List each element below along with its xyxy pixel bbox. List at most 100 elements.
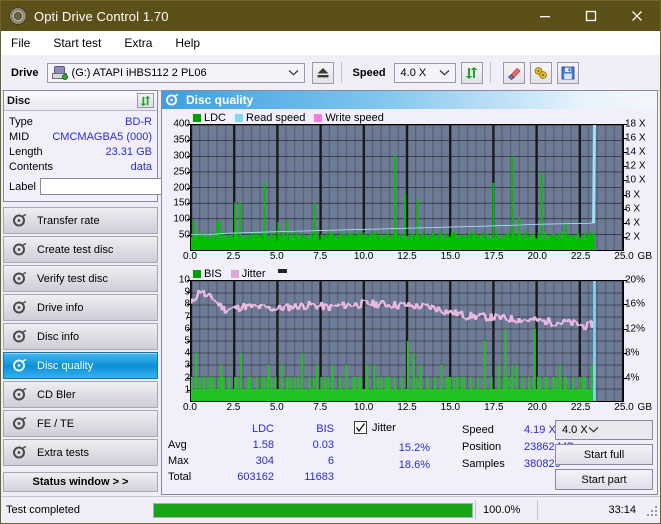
chevron-down-icon	[588, 424, 599, 436]
legend-swatch	[193, 113, 201, 122]
jitter-checkbox[interactable]	[354, 421, 367, 434]
test-speed-select[interactable]: 4.0 X	[555, 420, 653, 440]
disc-gear-icon	[9, 446, 31, 459]
app-window: Opti Drive Control 1.70 File Start test …	[0, 0, 661, 524]
disc-label-row: Label	[9, 177, 244, 196]
status-window-button[interactable]: Status window > >	[3, 472, 158, 492]
sidebar-item-fe-te[interactable]: FE / TE	[3, 410, 158, 437]
progress-percent: 100.0%	[475, 500, 537, 520]
axis-tick-label: 18 X	[625, 118, 646, 130]
axis-tick-label: 12.5	[397, 402, 417, 413]
sidebar-item-label: Create test disc	[37, 243, 114, 256]
stats-row-total: Total	[168, 471, 192, 483]
disc-refresh-button[interactable]	[137, 93, 154, 108]
window-title: Opti Drive Control 1.70	[34, 8, 169, 24]
stats-ldc-max: 304	[255, 455, 274, 467]
axis-tick-label: 4%	[625, 372, 640, 384]
bis-legend: BIS Jitter	[165, 267, 654, 280]
axis-tick-label: 20.0	[527, 402, 547, 413]
toolbar: Drive (G:) ATAPI iHBS112 2 PL06 Speed 4.…	[1, 55, 660, 91]
menu-extra[interactable]: Extra	[123, 34, 153, 52]
test-speed-value: 4.0 X	[562, 424, 588, 436]
erase-button[interactable]	[502, 61, 525, 84]
sidebar-item-disc-quality[interactable]: Disc quality	[3, 352, 158, 379]
start-full-button[interactable]: Start full	[555, 444, 653, 465]
table-row: Avg 1.58 0.03	[166, 437, 336, 453]
minimize-icon[interactable]	[522, 1, 568, 31]
sidebar: Disc Type BD-R MID CMCMAGBA5 (000) Lengt…	[3, 90, 244, 495]
legend-swatch	[193, 269, 201, 278]
speed-key: Speed	[462, 423, 494, 436]
start-part-button[interactable]: Start part	[555, 469, 653, 490]
bis-x-axis: 0.0 2.5 5.0 7.5 10.0 12.5 15.0 17.5 20.0 22.5 25.0…	[183, 402, 652, 416]
sidebar-item-disc-info[interactable]: Disc info	[3, 323, 158, 350]
axis-tick-label: 17.5	[484, 402, 504, 413]
legend-label: Write speed	[325, 111, 384, 124]
sidebar-item-verify-test-disc[interactable]: Verify test disc	[3, 265, 158, 292]
disc-key: Type	[9, 115, 33, 128]
menu-help[interactable]: Help	[174, 34, 201, 52]
jitter-values: 15.2% 18.6%	[348, 440, 430, 474]
disc-value: BD-R	[125, 115, 152, 128]
sidebar-item-cd-bler[interactable]: CD Bler	[3, 381, 158, 408]
stats-table: LDC BIS Avg 1.58 0.03 Max 304 6 Total 60…	[166, 421, 336, 485]
axis-unit-label: GB	[637, 251, 652, 262]
axis-tick-label: 2.5	[226, 251, 241, 262]
position-key: Position	[462, 440, 502, 453]
sidebar-item-drive-info[interactable]: Drive info	[3, 294, 158, 321]
refresh-button[interactable]	[460, 61, 483, 84]
axis-tick-label: 0.0	[183, 402, 197, 413]
plot-svg	[191, 125, 623, 250]
stats-col-bis: BIS	[316, 423, 334, 435]
ldc-plot-area	[190, 124, 624, 251]
drive-select[interactable]: (G:) ATAPI iHBS112 2 PL06	[46, 62, 305, 83]
ldc-chart: LDC Read speed Write speed 50 100 150 200 25…	[162, 109, 657, 265]
ldc-x-axis: 0.0 2.5 5.0 7.5 10.0 12.5 15.0 17.5 20.0 22.5 25.0…	[183, 251, 652, 265]
disc-gear-icon	[9, 272, 31, 285]
legend-swatch	[235, 113, 244, 122]
nav-list: Transfer rate Create test disc Verify te…	[3, 207, 158, 466]
axis-tick-label: 16%	[625, 298, 646, 310]
content-area: Disc Type BD-R MID CMCMAGBA5 (000) Lengt…	[1, 90, 660, 495]
table-row: Total 603162 11683	[166, 469, 336, 485]
legend-swatch	[230, 269, 239, 278]
stats-panel: LDC BIS Avg 1.58 0.03 Max 304 6 Total 60…	[162, 418, 657, 494]
resize-grip-icon[interactable]	[645, 504, 657, 516]
disc-panel-title: Disc	[7, 94, 31, 107]
axis-tick-label: 17.5	[484, 251, 504, 262]
disc-gear-icon	[9, 243, 31, 256]
disc-gear-icon	[166, 94, 179, 106]
disc-gear-icon	[9, 359, 31, 372]
sidebar-item-label: Drive info	[37, 301, 84, 314]
menu-start-test[interactable]: Start test	[52, 34, 102, 52]
axis-tick-label: 4 X	[625, 217, 641, 229]
stats-row-max: Max	[168, 455, 189, 467]
axis-tick-label: 15.0	[440, 402, 461, 413]
speed-select[interactable]: 4.0 X	[393, 62, 456, 83]
speed-select-value: 4.0 X	[400, 66, 427, 79]
disc-gear-icon	[9, 214, 31, 227]
stats-ldc-total: 603162	[237, 471, 274, 483]
eject-button[interactable]	[311, 61, 334, 84]
tools-button[interactable]	[529, 61, 552, 84]
disc-row-mid: MID CMCMAGBA5 (000)	[9, 129, 152, 144]
sidebar-item-create-test-disc[interactable]: Create test disc	[3, 236, 158, 263]
disc-value: data	[130, 160, 152, 173]
sidebar-item-transfer-rate[interactable]: Transfer rate	[3, 207, 158, 234]
save-button[interactable]	[556, 61, 579, 84]
ldc-plot-row: 50 100 150 200 250 300 350 400 2 X 4 X 6 X 8 X 10 X…	[165, 119, 654, 251]
sidebar-item-extra-tests[interactable]: Extra tests	[3, 439, 158, 466]
jitter-toggle[interactable]: Jitter	[354, 421, 396, 434]
jitter-max: 18.6%	[398, 459, 430, 471]
menu-file[interactable]: File	[10, 34, 31, 52]
axis-tick-label: 12.5	[397, 251, 417, 262]
legend-jitter: Jitter	[230, 268, 266, 280]
table-row: Max 304 6	[166, 453, 336, 469]
axis-tick-label: 0.0	[183, 251, 197, 262]
window-controls	[522, 1, 660, 31]
maximize-icon[interactable]	[568, 1, 614, 31]
drive-label: Drive	[11, 66, 39, 79]
close-icon[interactable]	[614, 1, 660, 31]
sidebar-item-label: Disc info	[37, 330, 80, 343]
axis-tick-label: 6 X	[625, 203, 641, 215]
